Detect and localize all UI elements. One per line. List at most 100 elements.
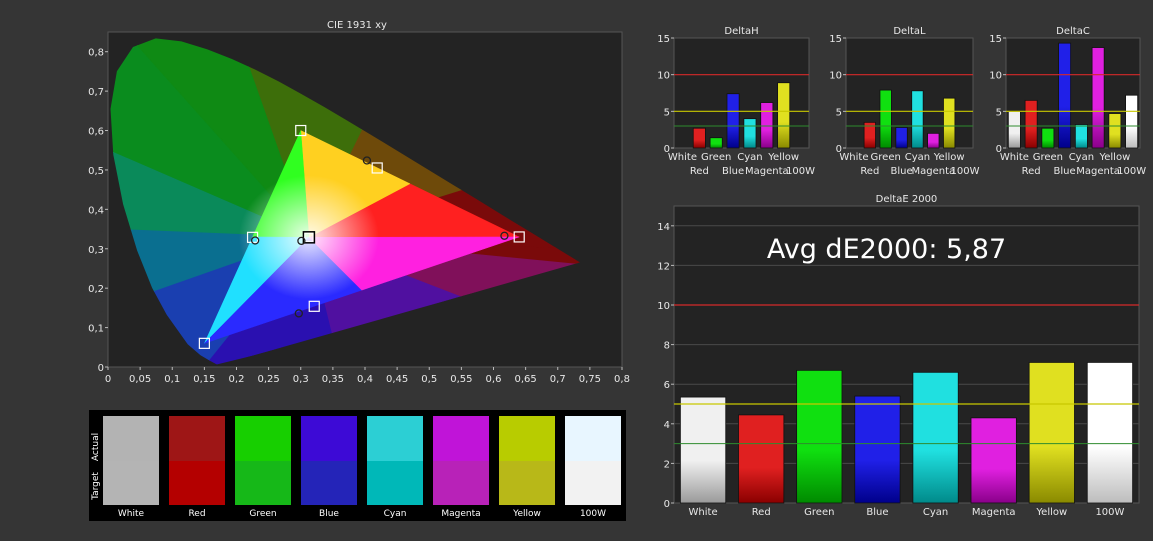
bar-yellow (777, 82, 791, 149)
x-tick-label: 100W (951, 166, 980, 177)
x-tick-label: Red (1022, 166, 1041, 177)
report-canvas: CIE 1931 xy 0 0,05 0,1 0,15 0,2 0,25 0,3 0,35 0,… (88, 20, 1146, 521)
x-tick-label: Yellow (1098, 152, 1130, 163)
x-tick-label: 100W (1095, 507, 1124, 518)
x-tick-label: Blue (890, 166, 912, 177)
swatch-label: 100W (580, 509, 606, 519)
y-tick-label: 10 (657, 301, 670, 312)
swatch-target (499, 461, 555, 505)
bar-magenta (927, 132, 940, 149)
y-tick-label: 0 (98, 363, 104, 374)
x-tick-label: Green (804, 507, 834, 518)
bar-white (679, 396, 727, 504)
swatch-cyan: Cyan (367, 416, 423, 519)
swatch-panel: Actual Target White Red Green Blue Cyan Magen… (89, 410, 626, 521)
swatch-target (367, 461, 423, 505)
swatch-target (433, 461, 489, 505)
x-tick-label: 0,8 (614, 374, 630, 385)
x-tick-label: 0,45 (386, 374, 408, 385)
x-tick-label: 0,1 (164, 374, 180, 385)
y-tick-label: 0,7 (88, 87, 104, 98)
x-tick-label: Yellow (767, 152, 799, 163)
bar-blue (1058, 42, 1072, 149)
y-tick-label: 15 (989, 34, 1002, 45)
chart-deltac: DeltaC051015WhiteRedGreenBlueCyanMagenta… (989, 26, 1146, 177)
bar-yellow (1028, 362, 1075, 504)
y-tick-label: 0,5 (88, 166, 104, 177)
swatch-actual (433, 416, 489, 461)
swatch-actual (103, 416, 159, 461)
cie-chart: CIE 1931 xy 0 0,05 0,1 0,15 0,2 0,25 0,3 0,35 0,… (88, 20, 630, 385)
swatch-target (235, 461, 291, 505)
x-tick-label: 0,2 (229, 374, 245, 385)
swatch-actual (235, 416, 291, 461)
x-tick-label: 0,65 (514, 374, 536, 385)
y-tick-label: 5 (836, 107, 842, 118)
x-tick-label: Magenta (745, 166, 789, 177)
chart-title: DeltaH (724, 26, 758, 37)
x-tick-label: 100W (786, 166, 815, 177)
swatch-label: Red (188, 509, 205, 519)
x-tick-label: 0,7 (550, 374, 566, 385)
deltae-2000-chart: DeltaE 2000 0 2 4 6 8 10 12 14 White Red Green Blue C… (657, 194, 1140, 518)
y-tick-label: 10 (657, 71, 670, 82)
x-tick-label: Magenta (1076, 166, 1120, 177)
y-tick-label: 5 (996, 107, 1002, 118)
bar-yellow (943, 97, 956, 149)
bar-100w (1125, 94, 1139, 149)
bar-blue (895, 127, 908, 149)
x-tick-label: 100W (1117, 166, 1146, 177)
swatch-magenta: Magenta (433, 416, 489, 519)
chart-deltae-2000: DeltaE 2000 0 2 4 6 8 10 12 14 White Red Green Blue C… (657, 194, 1140, 518)
swatch-label: Magenta (441, 509, 480, 519)
x-tick-label: 0,35 (322, 374, 344, 385)
x-tick-label: Cyan (1069, 152, 1094, 163)
actual-row-label: Actual (91, 433, 101, 461)
swatch-target (301, 461, 357, 505)
x-tick-label: Green (701, 152, 731, 163)
y-tick-label: 6 (664, 380, 670, 391)
swatch-target (103, 461, 159, 505)
x-tick-label: Blue (722, 166, 744, 177)
x-tick-label: Cyan (923, 507, 948, 518)
x-tick-label: 0,75 (579, 374, 601, 385)
chart-title: DeltaL (893, 26, 926, 37)
bar-blue (726, 93, 740, 149)
chart-deltal: DeltaL051015WhiteRedGreenBlueCyanMagenta… (829, 26, 979, 177)
x-tick-label: 0,6 (486, 374, 502, 385)
y-tick-label: 0,1 (88, 324, 104, 335)
chart-deltah: DeltaH051015WhiteRedGreenBlueCyanMagenta… (657, 26, 815, 177)
bar-green (1041, 127, 1055, 149)
swatch-actual (169, 416, 225, 461)
x-tick-label: Blue (1054, 166, 1076, 177)
y-tick-label: 2 (664, 459, 670, 470)
x-tick-label: White (839, 152, 868, 163)
x-tick-label: White (1000, 152, 1029, 163)
y-tick-label: 0 (664, 499, 670, 510)
bar-cyan (911, 90, 924, 149)
x-tick-label: 0,5 (421, 374, 437, 385)
y-tick-label: 12 (657, 261, 670, 272)
y-tick-label: 8 (664, 341, 670, 352)
x-tick-label: Yellow (933, 152, 965, 163)
bar-100w (1086, 362, 1134, 504)
bar-magenta (1091, 47, 1105, 149)
swatch-red: Red (169, 416, 225, 519)
x-tick-label: Red (752, 507, 771, 518)
chart-title: DeltaC (1056, 26, 1090, 37)
delta-charts: DeltaH051015WhiteRedGreenBlueCyanMagenta… (657, 26, 1146, 177)
x-tick-label: Red (690, 166, 709, 177)
bar-cyan (1074, 124, 1088, 149)
x-tick-label: White (689, 507, 718, 518)
x-tick-label: Yellow (1035, 507, 1067, 518)
swatch-label: White (118, 509, 145, 519)
y-tick-label: 0,3 (88, 245, 104, 256)
swatch-actual (367, 416, 423, 461)
swatch-target (565, 461, 621, 505)
y-tick-label: 14 (657, 222, 670, 233)
x-tick-label: 0,05 (129, 374, 151, 385)
x-tick-label: White (668, 152, 697, 163)
swatch-white: White (103, 416, 159, 519)
bar-magenta (970, 417, 1017, 504)
swatch-actual (301, 416, 357, 461)
